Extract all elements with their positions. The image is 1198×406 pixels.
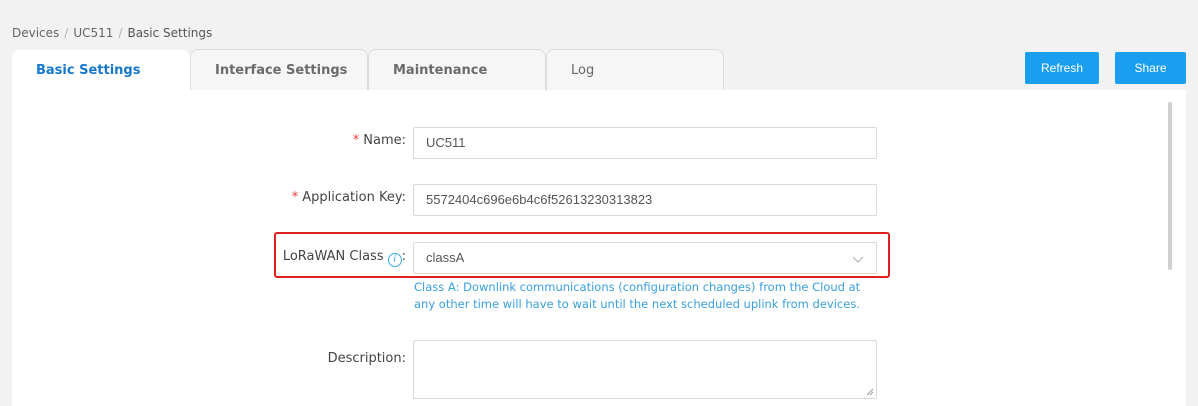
application-key-value: 5572404c696e6b4c6f52613230313823 [426,192,653,207]
description-textarea[interactable] [413,340,877,399]
breadcrumb-current: Basic Settings [127,26,213,40]
name-label-text: Name [363,133,402,148]
breadcrumb-devices[interactable]: Devices [12,26,59,40]
required-mark: * [291,190,299,205]
lorawan-class-helper-text: Class A: Downlink communications (config… [414,280,861,311]
application-key-input[interactable]: 5572404c696e6b4c6f52613230313823 [413,184,877,216]
description-label: Description: [328,351,406,366]
name-value: UC511 [426,135,466,150]
tab-basic-settings[interactable]: Basic Settings [12,50,190,92]
tab-interface-settings[interactable]: Interface Settings [190,49,368,91]
application-key-label-text: Application Key [302,190,402,205]
breadcrumb-separator: / [118,26,123,40]
breadcrumb-device[interactable]: UC511 [73,26,113,40]
share-button[interactable]: Share [1115,52,1186,84]
name-label: * Name: [353,133,406,148]
scrollbar-thumb[interactable] [1168,102,1172,270]
name-input[interactable]: UC511 [413,127,877,159]
resize-grip-icon[interactable] [866,388,874,396]
tab-log[interactable]: Log [546,49,724,91]
breadcrumb: Devices / UC511 / Basic Settings [12,26,212,40]
tab-maintenance[interactable]: Maintenance [368,49,546,91]
required-mark: * [352,133,360,148]
description-label-text: Description [327,351,402,366]
refresh-button[interactable]: Refresh [1025,52,1099,84]
highlight-box [274,232,890,278]
breadcrumb-separator: / [64,26,69,40]
label-colon: : [401,190,406,205]
application-key-label: * Application Key: [292,190,406,205]
label-colon: : [401,133,406,148]
label-colon: : [401,351,406,366]
